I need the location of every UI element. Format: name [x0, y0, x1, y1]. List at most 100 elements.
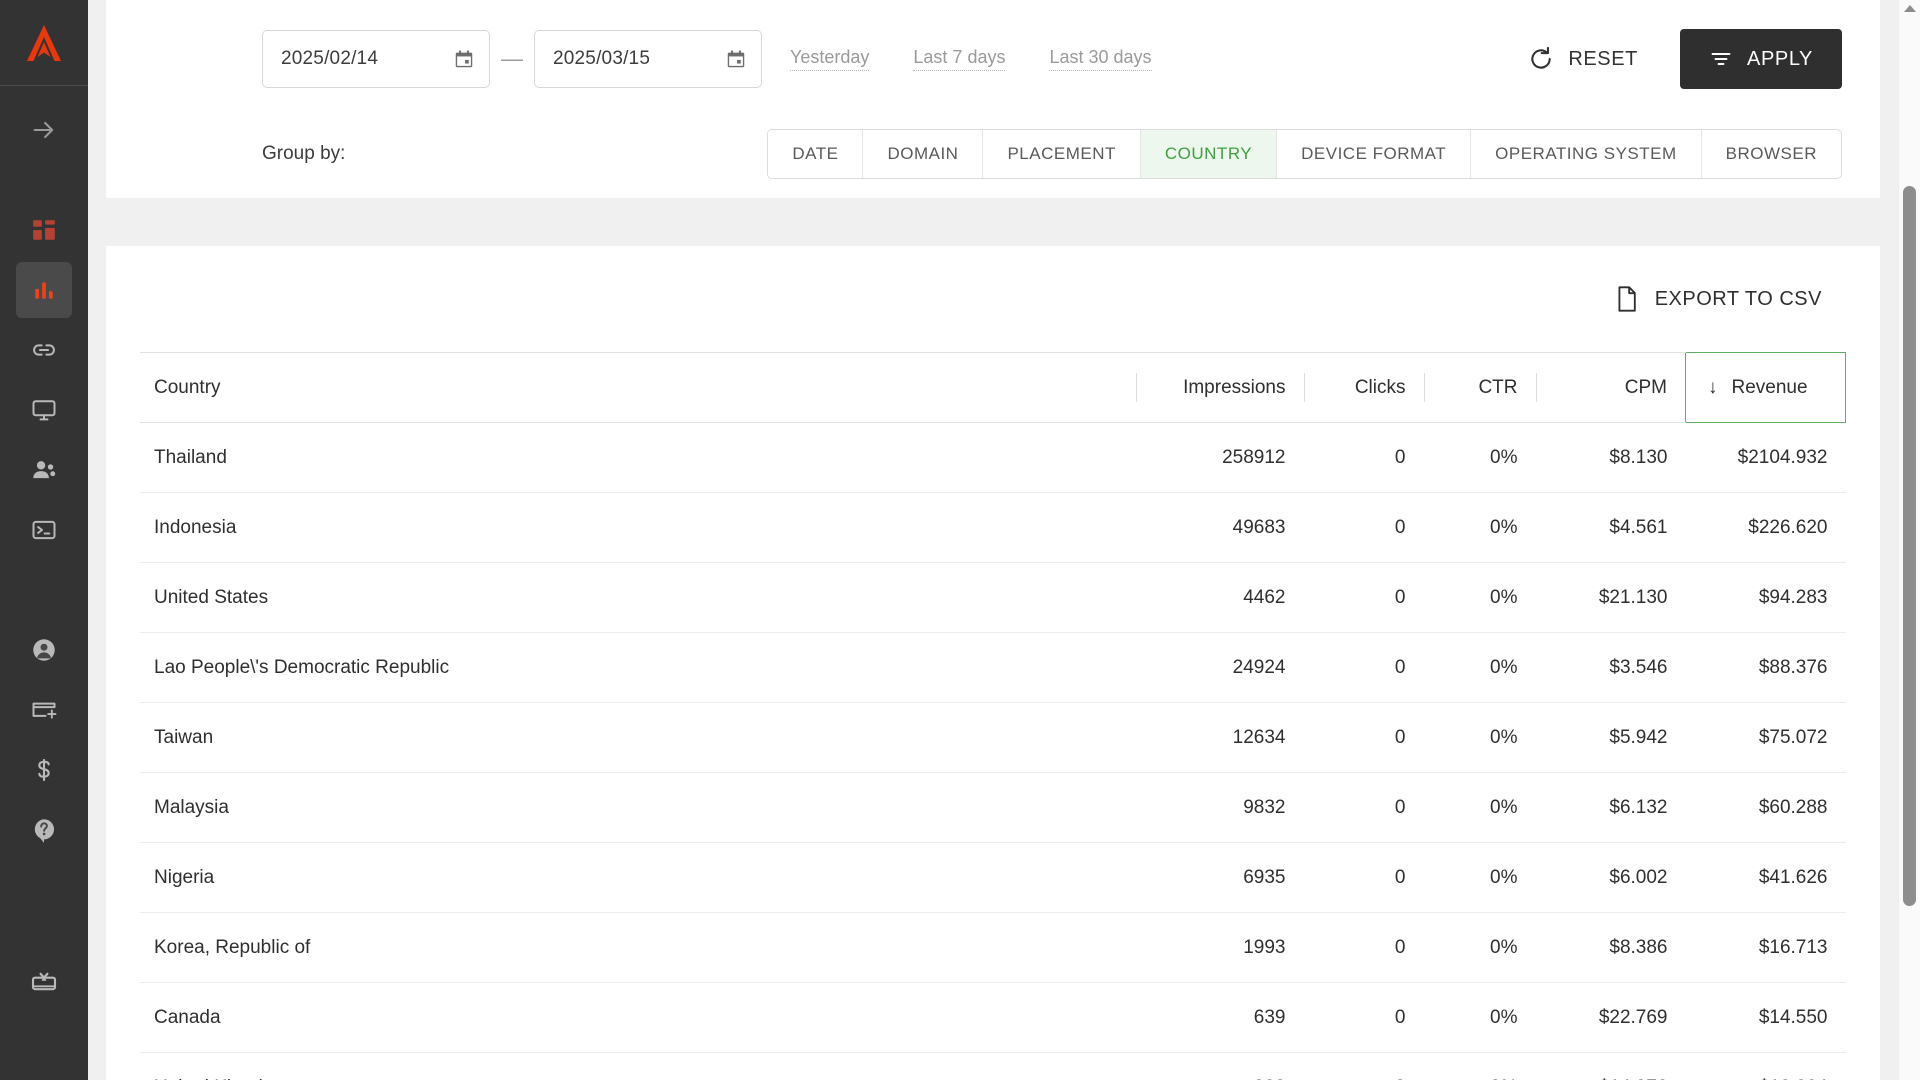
column-header-ctr[interactable]: CTR	[1423, 352, 1536, 423]
table-header-row: Country Impressions Clicks CTR CPM ↓ Rev…	[140, 352, 1846, 423]
app-logo[interactable]	[0, 0, 88, 86]
report-panel: EXPORT TO CSV Country Impressions Clicks…	[106, 246, 1880, 1080]
cell-country: Malaysia	[140, 772, 1136, 843]
reset-button-label: RESET	[1568, 47, 1638, 70]
date-to-input[interactable]: 2025/03/15	[534, 30, 762, 88]
column-header-cpm[interactable]: CPM	[1535, 352, 1686, 423]
table-row[interactable]: Indonesia 49683 0 0% $4.561 $226.620	[140, 492, 1846, 563]
sidebar-item-dashboard[interactable]	[16, 202, 72, 258]
scrollbar-thumb[interactable]	[1903, 186, 1916, 906]
cell-impressions: 24924	[1135, 632, 1304, 703]
cell-country: United States	[140, 562, 1136, 633]
filter-icon	[1709, 47, 1733, 71]
cell-ctr: 0%	[1423, 1052, 1536, 1080]
tab-placement[interactable]: PLACEMENT	[983, 130, 1141, 178]
tab-device-format[interactable]: DEVICE FORMAT	[1277, 130, 1472, 178]
adsterra-logo-icon	[27, 24, 61, 61]
cell-clicks: 0	[1303, 702, 1424, 773]
monitor-icon	[32, 400, 56, 421]
column-header-impressions[interactable]: Impressions	[1135, 352, 1304, 423]
cell-cpm: $22.769	[1535, 982, 1686, 1053]
table-row[interactable]: Malaysia 9832 0 0% $6.132 $60.288	[140, 772, 1846, 843]
user-circle-icon	[33, 639, 55, 661]
cell-country: Korea, Republic of	[140, 912, 1136, 983]
sidebar-item-payments[interactable]	[16, 682, 72, 738]
cell-country: Lao People\'s Democratic Republic	[140, 632, 1136, 703]
tab-browser[interactable]: BROWSER	[1701, 130, 1841, 178]
cell-impressions: 4462	[1135, 562, 1304, 633]
sidebar-item-finance[interactable]	[16, 742, 72, 798]
table-row[interactable]: Korea, Republic of 1993 0 0% $8.386 $16.713	[140, 912, 1846, 983]
column-header-revenue-label: Revenue	[1731, 376, 1808, 398]
cell-cpm: $6.132	[1535, 772, 1686, 843]
sidebar-item-help[interactable]	[16, 802, 72, 858]
cell-ctr: 0%	[1423, 632, 1536, 703]
cell-country: Taiwan	[140, 702, 1136, 773]
table-row[interactable]: United Kingdom88300%$14.976$13.224	[140, 1052, 1846, 1080]
bar-chart-icon	[35, 282, 53, 299]
sidebar-nav	[0, 202, 88, 862]
sidebar-item-rewards[interactable]	[16, 954, 72, 1010]
date-to-value: 2025/03/15	[553, 48, 651, 69]
apply-button-label: APPLY	[1747, 47, 1813, 70]
sidebar-item-links[interactable]	[16, 322, 72, 378]
column-header-clicks[interactable]: Clicks	[1303, 352, 1424, 423]
cell-revenue: $2104.932	[1685, 422, 1846, 493]
cell-clicks: 0	[1303, 632, 1424, 703]
quick-range-yesterday[interactable]: Yesterday	[790, 47, 870, 71]
quick-range-last-30-days[interactable]: Last 30 days	[1049, 47, 1152, 71]
question-mark-icon	[34, 819, 55, 843]
cell-country: Indonesia	[140, 492, 1136, 563]
date-from-input[interactable]: 2025/02/14	[262, 30, 490, 88]
cell-revenue: $88.376	[1685, 632, 1846, 703]
column-header-revenue[interactable]: ↓ Revenue	[1685, 352, 1846, 423]
sidebar-item-referrals[interactable]	[16, 442, 72, 498]
cell-clicks: 0	[1303, 912, 1424, 983]
quick-range-last-7-days[interactable]: Last 7 days	[913, 47, 1006, 71]
quick-range-links: Yesterday Last 7 days Last 30 days	[790, 47, 1152, 71]
sidebar-item-statistics[interactable]	[16, 262, 72, 318]
cell-revenue: $226.620	[1685, 492, 1846, 563]
cell-ctr: 0%	[1423, 492, 1536, 563]
cell-revenue: $16.713	[1685, 912, 1846, 983]
tab-date[interactable]: DATE	[768, 130, 864, 178]
sidebar-item-profile[interactable]	[16, 622, 72, 678]
reset-button[interactable]: RESET	[1528, 46, 1638, 72]
link-icon	[33, 344, 55, 356]
tab-country[interactable]: COUNTRY	[1140, 130, 1278, 178]
table-row[interactable]: Canada 639 0 0% $22.769 $14.550	[140, 982, 1846, 1053]
apply-button[interactable]: APPLY	[1680, 29, 1842, 89]
calendar-icon[interactable]	[453, 48, 475, 70]
cell-revenue: $94.283	[1685, 562, 1846, 633]
filter-panel: 2025/02/14 — 2025/03/15 Yesterday Last 7…	[106, 0, 1880, 198]
scroll-up-arrow-icon[interactable]	[1903, 5, 1916, 12]
table-row[interactable]: Nigeria 6935 0 0% $6.002 $41.626	[140, 842, 1846, 913]
table-row[interactable]: Thailand 258912 0 0% $8.130 $2104.932	[140, 422, 1846, 493]
tab-domain[interactable]: DOMAIN	[863, 130, 984, 178]
table-row[interactable]: Lao People\'s Democratic Republic 24924 0 0…	[140, 632, 1846, 703]
cell-impressions: 1993	[1135, 912, 1304, 983]
arrow-right-icon	[33, 121, 54, 139]
cell-revenue: $13.224	[1685, 1052, 1846, 1080]
app-root: 2025/02/14 — 2025/03/15 Yesterday Last 7…	[0, 0, 1920, 1080]
group-by-row: Group by: DATE DOMAIN PLACEMENT COUNTRY …	[106, 118, 1880, 190]
sidebar-item-api[interactable]	[16, 502, 72, 558]
cell-revenue: $75.072	[1685, 702, 1846, 773]
vertical-scrollbar[interactable]	[1898, 0, 1920, 1080]
sidebar-item-websites[interactable]	[16, 382, 72, 438]
cell-clicks: 0	[1303, 772, 1424, 843]
sidebar-collapse-toggle[interactable]	[0, 86, 88, 174]
cell-cpm: $8.130	[1535, 422, 1686, 493]
cell-revenue: $14.550	[1685, 982, 1846, 1053]
table-row[interactable]: Taiwan 12634 0 0% $5.942 $75.072	[140, 702, 1846, 773]
export-to-csv-button[interactable]: EXPORT TO CSV	[1615, 286, 1822, 312]
table-row[interactable]: United States 4462 0 0% $21.130 $94.283	[140, 562, 1846, 633]
cell-ctr: 0%	[1423, 702, 1536, 773]
cell-clicks: 0	[1303, 562, 1424, 633]
tab-operating-system[interactable]: OPERATING SYSTEM	[1471, 130, 1702, 178]
cell-ctr: 0%	[1423, 842, 1536, 913]
export-to-csv-label: EXPORT TO CSV	[1654, 287, 1822, 310]
column-header-country[interactable]: Country	[140, 352, 1136, 423]
calendar-icon[interactable]	[725, 48, 747, 70]
cell-cpm: $14.976	[1535, 1052, 1686, 1080]
